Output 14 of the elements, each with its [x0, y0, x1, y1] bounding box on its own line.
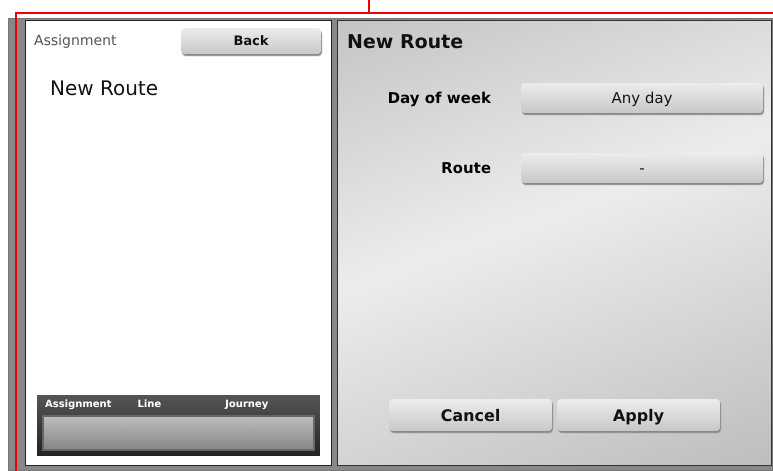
- select-button[interactable]: -: [521, 153, 763, 183]
- route-heading: New Route: [50, 76, 160, 100]
- field-label: Route: [440, 159, 491, 177]
- selection-marker-line: [368, 0, 370, 13]
- column-header: Assignment: [45, 399, 112, 410]
- panel-title: New Route: [346, 30, 464, 53]
- field-label: Day of week: [386, 89, 491, 107]
- back-button[interactable]: Back: [181, 28, 321, 54]
- action-button[interactable]: Cancel: [389, 399, 552, 431]
- select-button[interactable]: Any day: [521, 83, 763, 113]
- column-header: Journey: [225, 399, 268, 410]
- panel-title: Assignment: [34, 33, 116, 49]
- column-header: Line: [137, 399, 162, 410]
- action-button[interactable]: Apply: [557, 399, 720, 431]
